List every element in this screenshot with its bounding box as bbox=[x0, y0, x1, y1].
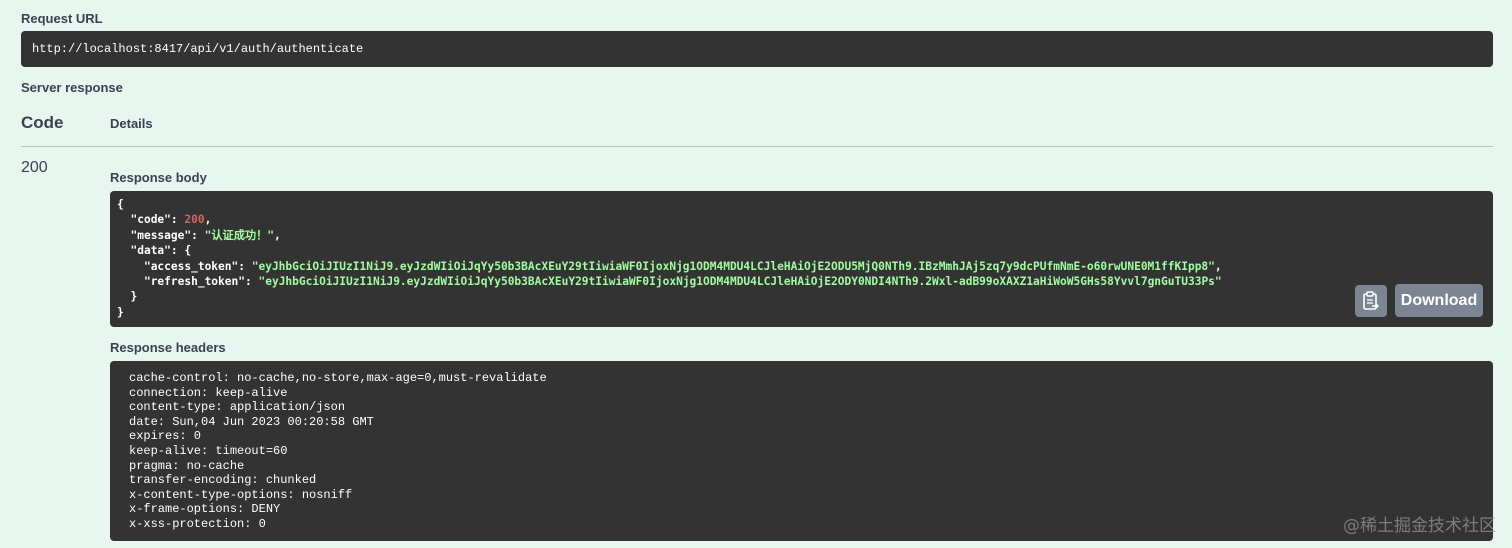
json-line: "message": "认证成功！", bbox=[130, 228, 281, 242]
header-line: transfer-encoding: chunked bbox=[129, 473, 317, 488]
response-body-json: { "code": 200, "message": "认证成功！", "data… bbox=[117, 197, 1486, 320]
response-body-label: Response body bbox=[110, 170, 207, 185]
request-url-box[interactable]: http://localhost:8417/api/v1/auth/authen… bbox=[21, 31, 1493, 67]
json-open-brace: { bbox=[117, 198, 124, 211]
response-headers-block[interactable]: cache-control: no-cache,no-store,max-age… bbox=[110, 361, 1493, 541]
header-line: cache-control: no-cache,no-store,max-age… bbox=[129, 371, 547, 385]
header-line: content-type: application/json bbox=[129, 400, 346, 415]
header-line: expires: 0 bbox=[129, 429, 202, 444]
details-column-header: Details bbox=[110, 116, 153, 131]
code-column-header: Code bbox=[21, 113, 64, 132]
download-button[interactable]: Download bbox=[1395, 284, 1483, 317]
json-line: } bbox=[130, 290, 138, 304]
request-url-label: Request URL bbox=[21, 11, 103, 26]
clipboard-icon bbox=[1363, 291, 1379, 310]
json-close-brace: } bbox=[117, 305, 124, 319]
header-line: x-xss-protection: 0 bbox=[129, 516, 266, 531]
json-line: "refresh_token": "eyJhbGciOiJIUzI1NiJ9.e… bbox=[143, 275, 1222, 289]
table-divider bbox=[21, 146, 1493, 147]
header-line: connection: keep-alive bbox=[129, 385, 288, 400]
json-line: "data": { bbox=[130, 244, 192, 258]
header-line: pragma: no-cache bbox=[129, 458, 245, 473]
header-line: x-content-type-options: nosniff bbox=[129, 487, 353, 502]
json-line: "access_token": "eyJhbGciOiJIUzI1NiJ9.ey… bbox=[143, 259, 1222, 273]
copy-to-clipboard-button[interactable] bbox=[1355, 285, 1387, 317]
header-line: date: Sun,04 Jun 2023 00:20:58 GMT bbox=[129, 414, 374, 429]
json-line: "code": 200, bbox=[130, 213, 212, 227]
header-line: x-frame-options: DENY bbox=[129, 502, 281, 517]
response-body-block[interactable]: { "code": 200, "message": "认证成功！", "data… bbox=[110, 191, 1493, 327]
watermark: @稀土掘金技术社区 bbox=[1343, 516, 1496, 536]
header-line: keep-alive: timeout=60 bbox=[129, 443, 288, 458]
request-url-value: http://localhost:8417/api/v1/auth/authen… bbox=[32, 42, 364, 56]
response-headers-label: Response headers bbox=[110, 340, 226, 355]
status-code: 200 bbox=[21, 159, 48, 176]
server-response-label: Server response bbox=[21, 80, 123, 95]
